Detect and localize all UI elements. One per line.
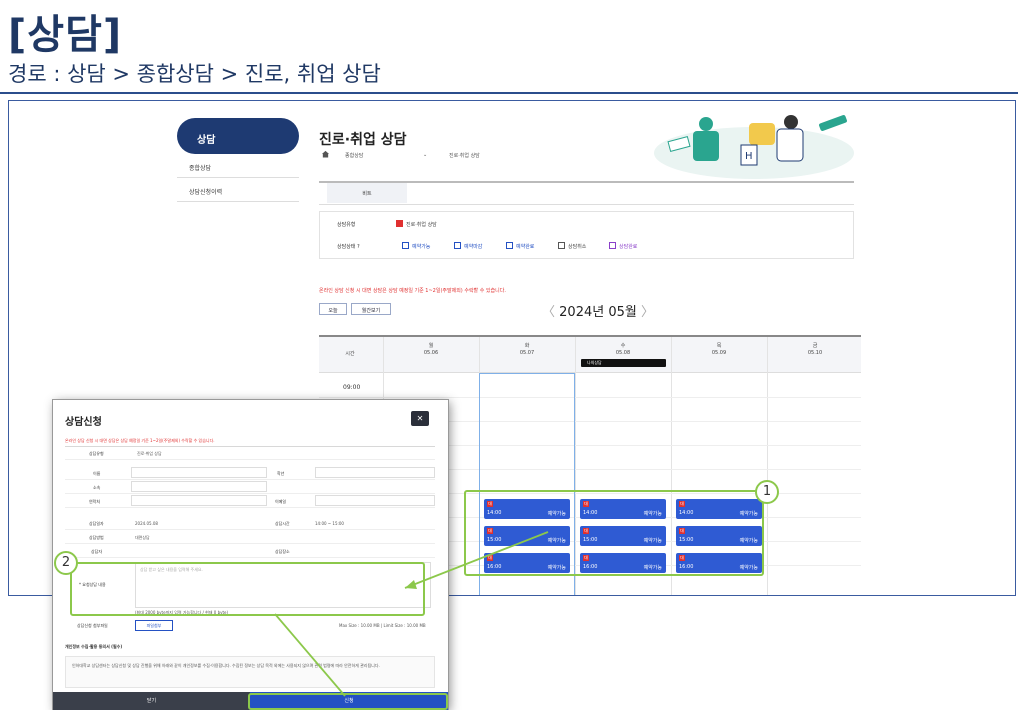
my-counsel-badge[interactable]: 나의상담 bbox=[581, 359, 666, 367]
sidebar-divider bbox=[177, 177, 299, 178]
modal-notice: 온라인 상담 신청 시 대면 상담은 상담 예정일 기준 1~2일(주말제외) … bbox=[65, 438, 215, 443]
filter-panel bbox=[319, 211, 854, 259]
consent-title: 개인정보 수집·활용 동의서 (필수) bbox=[65, 644, 123, 649]
consent-box: 인하대학교 상담센터는 상담신청 및 상담 진행을 위해 아래와 같이 개인정보… bbox=[65, 656, 435, 688]
form-row: 상담일자 2024.05.08 상담시간 14:00 ~ 15:00 bbox=[65, 516, 435, 530]
booked-icon bbox=[506, 242, 513, 249]
phone-field[interactable] bbox=[131, 495, 267, 506]
page-title: 진로·취업 상담 bbox=[319, 132, 407, 148]
callout-slots-box bbox=[464, 490, 764, 576]
status-available: 예약가능 bbox=[412, 244, 431, 250]
callout-submit-box bbox=[248, 693, 448, 710]
close-icon[interactable]: ✕ bbox=[411, 411, 429, 426]
phone-label: 연락처 bbox=[89, 499, 101, 504]
month-nav: 〈 2024년 05월 〉 bbox=[542, 301, 654, 320]
modal-title: 상담신청 bbox=[65, 417, 102, 428]
month-label: 2024년 05월 bbox=[559, 305, 637, 320]
type-label: 상담유형 bbox=[337, 222, 356, 228]
done-icon bbox=[609, 242, 616, 249]
sidebar-item-counsel[interactable]: 상담 bbox=[177, 118, 299, 154]
prev-month-button[interactable]: 〈 bbox=[542, 305, 555, 320]
name-label: 이름 bbox=[93, 471, 101, 476]
sidebar-item-history[interactable]: 상담신청이력 bbox=[189, 187, 222, 196]
callout-two: 2 bbox=[54, 551, 78, 575]
svg-text:H: H bbox=[745, 151, 753, 162]
cancel-button[interactable]: 닫기 bbox=[53, 692, 250, 710]
method-label: 상담방법 bbox=[89, 535, 104, 540]
form-row: 상담방법 대면상담 bbox=[65, 530, 435, 544]
attach-button[interactable]: 파일첨부 bbox=[135, 620, 173, 631]
grade-field[interactable] bbox=[315, 467, 435, 478]
attach-label: 상담신청 첨부파일 bbox=[77, 623, 108, 628]
place-label: 상담장소 bbox=[275, 549, 290, 554]
date-label: 상담일자 bbox=[89, 521, 104, 526]
slide-title: [상담] bbox=[8, 12, 123, 58]
day-header: 월 05.06 bbox=[423, 343, 439, 356]
type-marker-icon bbox=[396, 220, 403, 227]
breadcrumb-current: 진로·취업 상담 bbox=[449, 153, 480, 159]
dept-label: 소속 bbox=[93, 485, 101, 490]
breadcrumb-general[interactable]: 종합상담 bbox=[345, 152, 363, 159]
time-label: 09:00 bbox=[343, 384, 361, 391]
status-closed: 예약마감 bbox=[464, 244, 483, 250]
banner-illustration: H bbox=[654, 115, 854, 179]
status-booked: 예약완료 bbox=[516, 244, 535, 250]
attach-note: Max Size : 10.00 MB | Limit Size : 10.00… bbox=[339, 623, 426, 628]
grid-line bbox=[319, 397, 861, 398]
form-row: 연락처 이메일 bbox=[65, 494, 435, 508]
day-header: 수 05.08 bbox=[615, 343, 631, 356]
tab-bit[interactable]: 비트 bbox=[327, 183, 407, 203]
next-month-button[interactable]: 〉 bbox=[641, 305, 654, 320]
day-header: 금 05.10 bbox=[807, 343, 823, 356]
available-icon bbox=[402, 242, 409, 249]
day-header: 화 05.07 bbox=[519, 343, 535, 356]
day-header: 목 05.09 bbox=[711, 343, 727, 356]
time-value: 14:00 ~ 15:00 bbox=[315, 521, 344, 526]
sidebar-divider bbox=[177, 201, 299, 202]
time-column-header: 시간 bbox=[345, 351, 355, 357]
today-button[interactable]: 오늘 bbox=[319, 303, 347, 315]
name-field[interactable] bbox=[131, 467, 267, 478]
date-value: 2024.05.08 bbox=[135, 521, 158, 526]
form-row: 소속 bbox=[65, 480, 435, 494]
method-value: 대면상담 bbox=[135, 535, 150, 540]
type-value: 진로·취업 상담 bbox=[406, 222, 437, 228]
closed-icon bbox=[454, 242, 461, 249]
header-rule bbox=[0, 92, 1018, 94]
counselor-label: 상담자 bbox=[91, 549, 103, 554]
counsel-request-modal: 상담신청 ✕ 온라인 상담 신청 시 대면 상담은 상담 예정일 기준 1~2일… bbox=[53, 400, 448, 710]
form-row: 상담유형 진로·취업 상담 bbox=[65, 446, 435, 460]
chevron-down-icon[interactable]: ⌄ bbox=[423, 152, 427, 158]
type-value: 진로·취업 상담 bbox=[137, 451, 162, 456]
form-row: 이름 학년 bbox=[65, 466, 435, 480]
status-label: 상담상태 ? bbox=[337, 244, 360, 250]
callout-request-box bbox=[70, 562, 425, 616]
cancelled-icon bbox=[558, 242, 565, 249]
dept-field[interactable] bbox=[131, 481, 267, 492]
type-label: 상담유형 bbox=[89, 451, 104, 456]
slide-path: 경로 : 상담 > 종합상담 > 진로, 취업 상담 bbox=[8, 62, 381, 86]
sidebar-item-general[interactable]: 종합상담 bbox=[189, 163, 211, 172]
form-row: 상담자 상담장소 bbox=[65, 544, 435, 558]
time-label: 상담시간 bbox=[275, 521, 290, 526]
status-cancelled: 상담취소 bbox=[568, 244, 587, 250]
grid-line bbox=[767, 337, 768, 595]
status-done: 상담완료 bbox=[619, 244, 638, 250]
email-label: 이메일 bbox=[275, 499, 287, 504]
consent-text: 인하대학교 상담센터는 상담신청 및 상담 진행을 위해 아래와 같이 개인정보… bbox=[72, 663, 380, 668]
notice-text: 온라인 상담 신청 시 대면 상담은 상담 예정일 기준 1~2일(주말제외) … bbox=[319, 288, 506, 294]
callout-one: 1 bbox=[755, 480, 779, 504]
home-icon[interactable] bbox=[321, 150, 330, 158]
email-field[interactable] bbox=[315, 495, 435, 506]
grade-label: 학년 bbox=[277, 471, 285, 476]
month-view-button[interactable]: 월간보기 bbox=[351, 303, 391, 315]
